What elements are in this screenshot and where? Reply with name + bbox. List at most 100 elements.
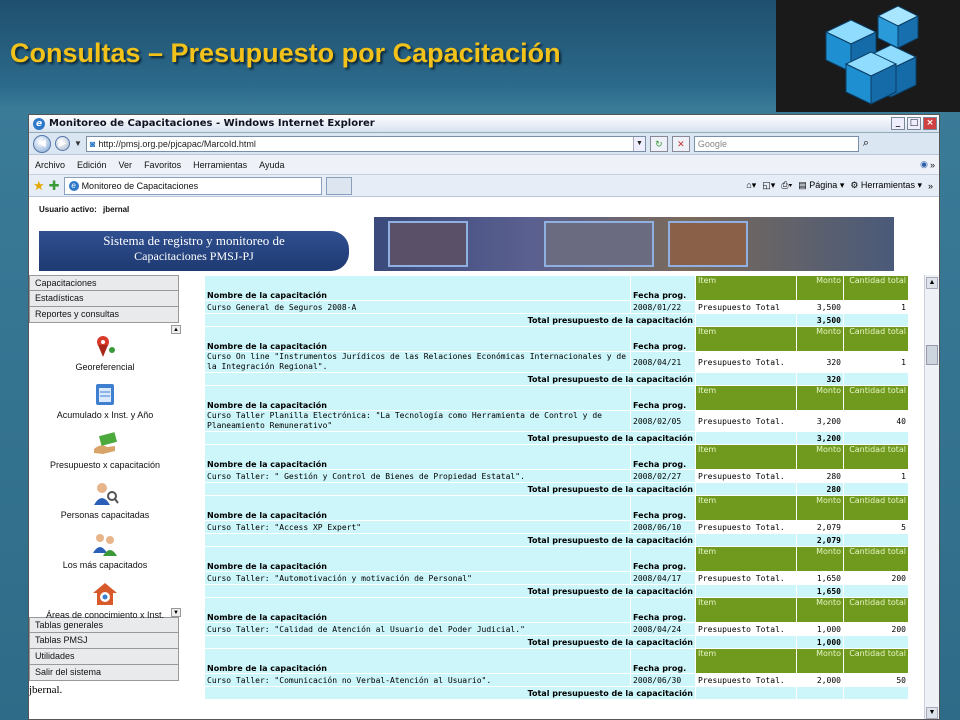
more-chevron-icon[interactable]: » <box>928 181 933 191</box>
search-input[interactable]: Google <box>693 135 859 152</box>
col-header-date: Fecha prog. <box>631 276 695 300</box>
home-icon[interactable]: ⌂▾ <box>746 180 756 191</box>
forward-button[interactable]: ▶ <box>55 136 70 151</box>
scroll-down-button[interactable]: ▼ <box>171 608 181 617</box>
maximize-button[interactable]: □ <box>907 117 921 130</box>
print-icon[interactable]: ⎙▾ <box>781 180 792 191</box>
amount-cell: 1,000 <box>797 623 843 635</box>
total-spacer <box>696 314 796 326</box>
page-scrollbar[interactable]: ▲ ▼ <box>924 275 939 719</box>
col-header-qty: Cantidad total <box>844 496 908 520</box>
total-spacer <box>844 483 908 495</box>
tools-menu-button[interactable]: ⚙ Herramientas ▾ <box>850 180 922 191</box>
date-cell: 2008/06/10 <box>631 521 695 533</box>
total-spacer <box>696 585 796 597</box>
link-mas-capacitados[interactable]: Los más capacitados <box>29 531 181 570</box>
tab-monitoreo[interactable]: e Monitoreo de Capacitaciones <box>63 176 322 195</box>
total-value: 1,000 <box>797 636 843 648</box>
help-icon[interactable]: ◉ <box>920 159 928 170</box>
course-name-cell: Curso Taller: "Access XP Expert" <box>205 521 630 533</box>
sidebar-item-reportes[interactable]: Reportes y consultas <box>29 307 179 323</box>
total-label: Total presupuesto de la capacitación <box>205 636 695 648</box>
refresh-button[interactable]: ↻ <box>649 135 668 152</box>
total-spacer <box>844 636 908 648</box>
total-row: Total presupuesto de la capacitación 280 <box>205 483 908 495</box>
col-header-date: Fecha prog. <box>631 496 695 520</box>
menu-herramientas[interactable]: Herramientas <box>193 160 247 170</box>
amount-cell: 2,000 <box>797 674 843 686</box>
command-bar: ⌂▾ ◱▾ ⎙▾ ▤ Página ▾ ⚙ Herramientas ▾ » <box>746 180 939 191</box>
feeds-icon[interactable]: ◱▾ <box>762 180 775 191</box>
col-header-amount: Monto <box>797 386 843 410</box>
banner-title: Sistema de registro y monitoreo de Capac… <box>39 231 349 271</box>
col-header-amount: Monto <box>797 547 843 571</box>
link-georeferencial[interactable]: Georeferencial <box>29 333 181 372</box>
scroll-up-arrow-icon[interactable]: ▲ <box>926 277 938 289</box>
page-content: Usuario activo: jbernal Sistema de regis… <box>29 199 939 719</box>
page-menu-button[interactable]: ▤ Página ▾ <box>798 180 844 191</box>
col-header-amount: Monto <box>797 649 843 673</box>
total-spacer <box>696 636 796 648</box>
url-field[interactable]: ◙ http://pmsj.org.pe/pjcapac/MarcoId.htm… <box>85 135 646 152</box>
menu-archivo[interactable]: Archivo <box>35 160 65 170</box>
amount-cell: 3,500 <box>797 301 843 313</box>
menu-favoritos[interactable]: Favoritos <box>144 160 181 170</box>
date-cell: 2008/02/05 <box>631 411 695 431</box>
total-value <box>797 687 843 699</box>
minimize-button[interactable]: _ <box>891 117 905 130</box>
date-cell: 2008/06/30 <box>631 674 695 686</box>
col-header-amount: Monto <box>797 327 843 351</box>
stop-button[interactable]: ✕ <box>671 135 690 152</box>
total-value: 2,079 <box>797 534 843 546</box>
users-icon <box>93 534 117 556</box>
link-personas[interactable]: Personas capacitadas <box>29 481 181 520</box>
history-dropdown[interactable]: ▼ <box>74 139 82 148</box>
table-header-row: Nombre de la capacitación Fecha prog. Item… <box>205 276 908 300</box>
favorites-star-icon[interactable]: ★ <box>33 178 45 194</box>
amount-cell: 2,079 <box>797 521 843 533</box>
total-row: Total presupuesto de la capacitación 1,00… <box>205 636 908 648</box>
sidebar-item-estadisticas[interactable]: Estadísticas <box>29 291 179 307</box>
close-button[interactable]: × <box>923 117 937 130</box>
sidebar-item-capacitaciones[interactable]: Capacitaciones <box>29 275 179 291</box>
total-value: 3,500 <box>797 314 843 326</box>
sidebar-item-salir[interactable]: Salir del sistema <box>29 665 179 681</box>
link-presupuesto[interactable]: Presupuesto x capacitación <box>29 431 181 470</box>
ie-icon: e <box>33 117 45 130</box>
qty-cell: 1 <box>844 470 908 482</box>
scroll-down-arrow-icon[interactable]: ▼ <box>926 707 938 719</box>
sidebar-item-tablas-pmsj[interactable]: Tablas PMSJ <box>29 633 179 649</box>
url-text: http://pmsj.org.pe/pjcapac/MarcoId.html <box>98 138 256 149</box>
date-cell: 2008/04/21 <box>631 352 695 372</box>
qty-cell: 1 <box>844 352 908 372</box>
date-cell: 2008/04/24 <box>631 623 695 635</box>
new-tab-button[interactable] <box>325 176 352 195</box>
scroll-thumb[interactable] <box>926 345 938 365</box>
col-header-item: Item <box>696 496 796 520</box>
back-button[interactable]: ◀ <box>33 134 51 153</box>
menu-edicion[interactable]: Edición <box>77 160 107 170</box>
qty-cell: 40 <box>844 411 908 431</box>
add-favorite-icon[interactable]: ✚ <box>49 178 60 194</box>
link-acumulado[interactable]: Acumulado x Inst. y Año <box>29 381 181 420</box>
item-cell: Presupuesto Total <box>696 301 796 313</box>
col-header-item: Item <box>696 547 796 571</box>
url-dropdown-icon[interactable]: ▼ <box>632 136 645 151</box>
map-pin-icon <box>97 336 115 357</box>
footer-user: jbernal. <box>29 684 63 696</box>
date-cell: 2008/02/27 <box>631 470 695 482</box>
overflow-chevron-icon[interactable]: » <box>930 160 935 170</box>
link-areas[interactable]: Áreas de conocimiento x Inst. <box>29 581 181 620</box>
total-spacer <box>844 687 908 699</box>
knowledge-icon <box>93 583 117 605</box>
table-row: Curso On line "Instrumentos Jurídicos de… <box>205 352 908 372</box>
person-search-icon <box>94 483 119 505</box>
course-name-cell: Curso On line "Instrumentos Jurídicos de… <box>205 352 630 372</box>
col-header-qty: Cantidad total <box>844 547 908 571</box>
sidebar-item-utilidades[interactable]: Utilidades <box>29 649 179 665</box>
menu-ver[interactable]: Ver <box>119 160 133 170</box>
menu-ayuda[interactable]: Ayuda <box>259 160 284 170</box>
col-header-item: Item <box>696 445 796 469</box>
search-icon[interactable]: ⌕ <box>863 137 869 150</box>
total-value: 320 <box>797 373 843 385</box>
